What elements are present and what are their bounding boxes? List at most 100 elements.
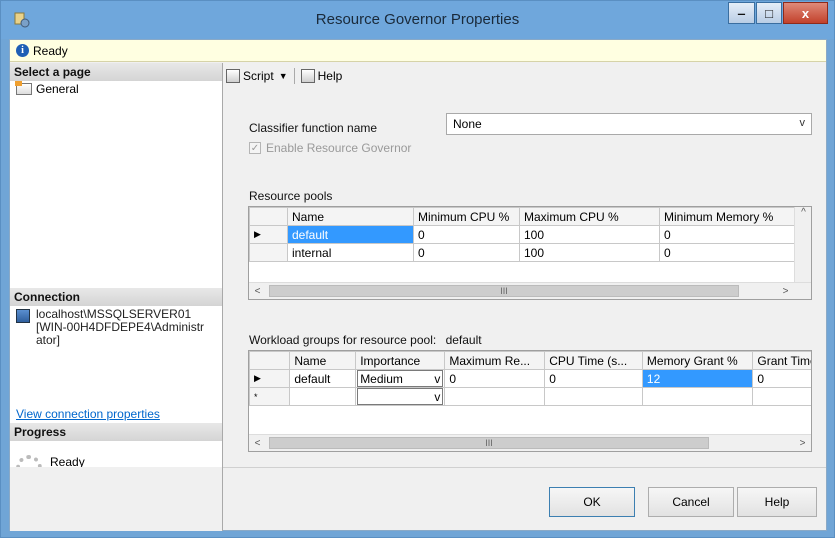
table-cell[interactable]: 0 <box>752 369 811 388</box>
horizontal-scrollbar[interactable]: < III > <box>249 434 811 451</box>
table-row[interactable]: * v <box>249 387 811 406</box>
table-row[interactable]: ▶ default Medium v 0 0 12 0 <box>249 369 811 388</box>
column-header[interactable]: Memory Grant % <box>641 351 754 370</box>
resource-pools-table: Name Minimum CPU % Maximum CPU % Minimum… <box>249 207 800 262</box>
column-header[interactable]: Name <box>289 351 357 370</box>
corner-cell <box>249 207 288 226</box>
scroll-left-icon[interactable]: < <box>249 438 266 449</box>
resource-pools-label: Resource pools <box>249 189 333 203</box>
info-icon: i <box>16 44 29 57</box>
table-cell[interactable]: 100 <box>519 225 660 244</box>
divider <box>223 467 826 468</box>
column-header[interactable]: Importance <box>355 351 446 370</box>
table-cell[interactable]: default <box>287 225 414 244</box>
scroll-up-icon[interactable]: ^ <box>795 207 811 218</box>
table-row[interactable]: internal 0 100 0 <box>249 243 800 262</box>
script-dropdown-icon[interactable]: ▼ <box>279 71 288 81</box>
scroll-right-icon[interactable]: > <box>777 286 794 297</box>
importance-select[interactable]: Medium v <box>355 369 446 388</box>
status-text: Ready <box>33 43 68 58</box>
help-toolbar-button[interactable]: Help <box>318 69 343 83</box>
dialog-content: i Ready Select a page General Connection… <box>9 39 827 531</box>
workload-groups-text: Workload groups for resource pool: <box>249 333 437 347</box>
column-header[interactable]: CPU Time (s... <box>544 351 643 370</box>
table-row[interactable]: ▶ default 0 100 0 <box>249 225 800 244</box>
help-icon <box>300 69 315 83</box>
left-pane: Select a page General Connection localho… <box>10 63 223 481</box>
scroll-thumb[interactable]: III <box>269 285 739 297</box>
script-icon <box>226 69 240 83</box>
dialog-window: Resource Governor Properties ‒ □ x i Rea… <box>0 0 835 538</box>
table-cell[interactable] <box>544 387 643 406</box>
corner-cell <box>249 351 291 370</box>
importance-combo-empty[interactable]: v <box>357 388 444 405</box>
table-cell[interactable] <box>641 387 754 406</box>
table-cell[interactable] <box>444 387 546 406</box>
table-cell[interactable]: 0 <box>659 243 800 262</box>
scroll-thumb[interactable]: III <box>269 437 709 449</box>
progress-heading: Progress <box>10 423 222 441</box>
close-button[interactable]: x <box>783 2 828 24</box>
minimize-button[interactable]: ‒ <box>728 2 755 24</box>
toolbar: Script ▼ Help <box>226 68 342 84</box>
importance-select[interactable]: v <box>355 387 446 406</box>
table-cell[interactable]: 0 <box>444 369 546 388</box>
classifier-value: None <box>453 117 482 131</box>
column-header[interactable]: Maximum CPU % <box>519 207 660 226</box>
row-marker[interactable] <box>249 243 288 262</box>
window-title: Resource Governor Properties <box>315 11 520 28</box>
maximize-button[interactable]: □ <box>756 2 782 24</box>
column-header[interactable]: Grant Time-ou <box>752 351 811 370</box>
view-connection-properties-link[interactable]: View connection properties <box>16 407 160 421</box>
scroll-right-icon[interactable]: > <box>794 438 811 449</box>
table-cell[interactable]: 0 <box>413 243 520 262</box>
resource-pools-grid: Name Minimum CPU % Maximum CPU % Minimum… <box>248 206 812 300</box>
column-header[interactable]: Maximum Re... <box>444 351 546 370</box>
classifier-select[interactable]: None v <box>446 113 812 135</box>
connection-text: localhost\MSSQLSERVER01 [WIN-00H4DFDEPE4… <box>36 307 205 347</box>
enable-checkbox[interactable]: ✓ <box>249 142 261 154</box>
table-cell[interactable]: 0 <box>413 225 520 244</box>
workload-groups-grid: Name Importance Maximum Re... CPU Time (… <box>248 350 812 452</box>
ok-button[interactable]: OK <box>549 487 635 517</box>
scroll-left-icon[interactable]: < <box>249 286 266 297</box>
connection-heading: Connection <box>10 288 222 306</box>
table-cell[interactable]: default <box>289 369 357 388</box>
connection-info: localhost\MSSQLSERVER01 [WIN-00H4DFDEPE4… <box>16 308 216 347</box>
table-cell[interactable] <box>289 387 357 406</box>
table-cell[interactable]: 0 <box>659 225 800 244</box>
select-page-heading: Select a page <box>10 63 222 81</box>
workload-pool-name: default <box>445 333 482 347</box>
toolbar-separator <box>293 68 295 84</box>
left-bottom-area <box>10 467 223 531</box>
horizontal-scrollbar[interactable]: < III > <box>249 282 811 299</box>
classifier-label: Classifier function name <box>249 121 378 135</box>
table-cell[interactable]: 100 <box>519 243 660 262</box>
table-cell[interactable]: 12 <box>641 369 754 388</box>
chevron-down-icon: v <box>434 389 441 404</box>
table-cell[interactable]: internal <box>287 243 414 262</box>
enable-label: Enable Resource Governor <box>266 141 412 155</box>
new-row-marker[interactable]: * <box>249 387 291 406</box>
column-header[interactable]: Minimum Memory % <box>659 207 800 226</box>
table-cell[interactable]: 0 <box>544 369 643 388</box>
page-item-label: General <box>36 82 79 96</box>
column-header[interactable]: Name <box>287 207 414 226</box>
status-bar: i Ready <box>10 40 826 62</box>
enable-resource-governor[interactable]: ✓ Enable Resource Governor <box>249 141 411 155</box>
column-header[interactable]: Minimum CPU % <box>413 207 520 226</box>
script-button[interactable]: Script <box>243 69 274 83</box>
page-item-general[interactable]: General <box>15 81 79 96</box>
workload-groups-label: Workload groups for resource pool: defau… <box>249 333 482 347</box>
help-button[interactable]: Help <box>737 487 817 517</box>
table-cell[interactable] <box>752 387 811 406</box>
row-marker[interactable]: ▶ <box>249 225 288 244</box>
vertical-scrollbar[interactable]: ^ <box>794 207 811 283</box>
chevron-down-icon: v <box>799 117 806 129</box>
workload-groups-table: Name Importance Maximum Re... CPU Time (… <box>249 351 811 406</box>
server-icon <box>16 309 30 323</box>
cancel-button[interactable]: Cancel <box>648 487 734 517</box>
row-marker[interactable]: ▶ <box>249 369 291 388</box>
importance-combo[interactable]: Medium v <box>357 370 444 387</box>
importance-value: Medium <box>360 371 403 386</box>
